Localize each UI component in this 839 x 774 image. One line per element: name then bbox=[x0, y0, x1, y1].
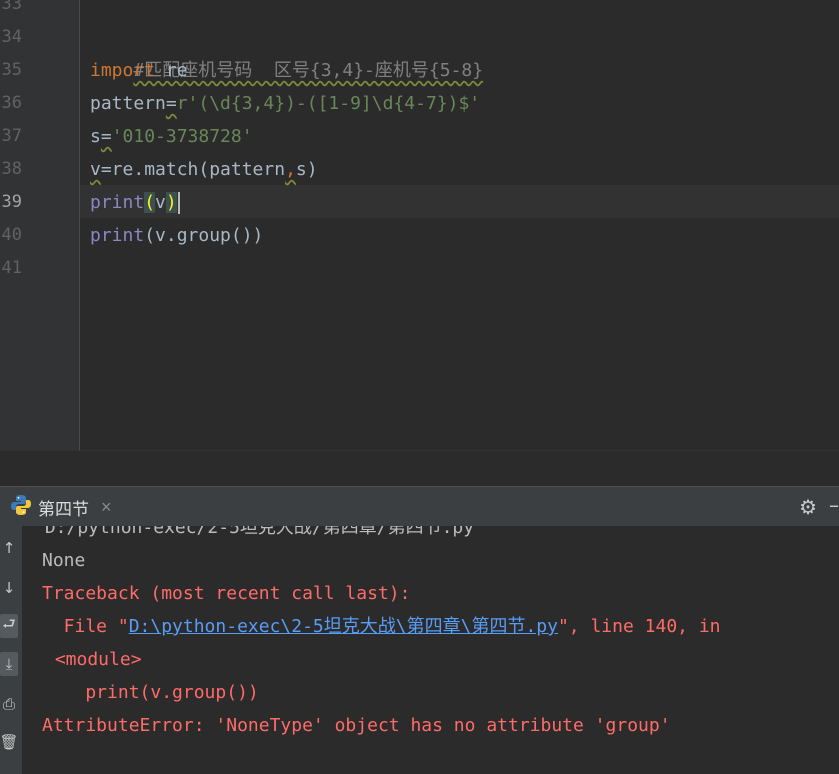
assign-operator: = bbox=[100, 126, 112, 147]
variable-v: v bbox=[90, 159, 101, 180]
line-number: 37 bbox=[1, 126, 22, 146]
code-line-35[interactable]: import re bbox=[90, 54, 188, 87]
builtin-print: print bbox=[90, 192, 145, 213]
scroll-down-icon[interactable]: ↓ bbox=[0, 576, 18, 600]
traceback-module: <module> bbox=[44, 649, 142, 670]
match-call: =re.match(pattern bbox=[100, 159, 286, 180]
variable-s: s bbox=[90, 126, 101, 147]
traceback-header: Traceback (most recent call last): bbox=[42, 583, 411, 604]
python-icon bbox=[10, 494, 32, 520]
soft-wrap-icon[interactable]: ⮐ bbox=[0, 614, 18, 638]
line-number: 40 bbox=[1, 225, 22, 245]
scroll-up-icon[interactable]: ↑ bbox=[0, 536, 18, 560]
keyword-import: import bbox=[90, 60, 156, 81]
line-number: 41 bbox=[1, 258, 22, 278]
module-name: re bbox=[155, 60, 188, 81]
traceback-file-line: File "D:\python-exec\2-5坦克大战\第四章\第四节.py"… bbox=[42, 610, 721, 643]
code-line-38[interactable]: v=re.match(pattern,s) bbox=[90, 153, 318, 186]
code-editor[interactable]: 33 34 35 36 37 38 39 40 41 #匹配座机号码 区号{3,… bbox=[0, 0, 839, 450]
builtin-print: print bbox=[90, 225, 145, 246]
current-line-highlight bbox=[80, 185, 839, 218]
line-number-gutter: 33 34 35 36 37 38 39 40 41 bbox=[0, 0, 80, 450]
trash-icon[interactable]: 🗑 bbox=[0, 730, 19, 754]
run-tool-window-header: 第四节 × ⚙ – bbox=[0, 486, 839, 527]
line-number: 36 bbox=[1, 93, 22, 113]
comma: , bbox=[285, 159, 296, 180]
line-number: 33 bbox=[1, 0, 22, 14]
group-call: (v.group()) bbox=[144, 225, 264, 246]
string-literal: '010-3738728' bbox=[111, 126, 253, 147]
scroll-to-end-icon[interactable]: ⤓ bbox=[0, 652, 18, 676]
file-prefix: File " bbox=[42, 616, 129, 637]
matched-bracket: ( bbox=[144, 192, 156, 213]
code-line-37[interactable]: s='010-3738728' bbox=[90, 120, 253, 153]
line-number-active: 39 bbox=[1, 192, 22, 212]
file-path-link[interactable]: D:\python-exec\2-5坦克大战\第四章\第四节.py bbox=[129, 616, 558, 637]
line-number: 34 bbox=[1, 27, 22, 47]
code-line-39[interactable]: print(v) bbox=[90, 186, 180, 219]
run-tab-label: 第四节 bbox=[38, 499, 89, 519]
match-call-end: s) bbox=[295, 159, 318, 180]
console-toolbar: ↑ ↓ ⮐ ⤓ ⎙ 🗑 bbox=[0, 526, 22, 774]
gear-icon[interactable]: ⚙ bbox=[799, 495, 817, 519]
line-number: 35 bbox=[1, 60, 22, 80]
panel-splitter[interactable] bbox=[0, 450, 839, 487]
traceback-code: print(v.group()) bbox=[42, 682, 259, 703]
console-command-line: D:/python-exec/2-5坦克大战/第四章/第四节.py bbox=[34, 526, 475, 538]
gutter-separator bbox=[79, 0, 80, 450]
console-output-none: None bbox=[42, 550, 86, 571]
code-line-40[interactable]: print(v.group()) bbox=[90, 219, 263, 252]
minimize-icon[interactable]: – bbox=[829, 493, 839, 517]
run-console[interactable]: ↑ ↓ ⮐ ⤓ ⎙ 🗑 D:/python-exec/2-5坦克大战/第四章/第… bbox=[0, 526, 839, 774]
close-icon[interactable]: × bbox=[101, 497, 112, 518]
assign-operator: = bbox=[165, 93, 177, 114]
line-number: 38 bbox=[1, 159, 22, 179]
matched-bracket: ) bbox=[165, 192, 177, 213]
print-icon[interactable]: ⎙ bbox=[0, 692, 18, 716]
file-suffix: ", line 140, in bbox=[557, 616, 721, 637]
run-tab[interactable]: 第四节 × bbox=[10, 493, 112, 521]
string-literal: r'(\d{3,4})-([1-9]\d{4-7})$' bbox=[176, 93, 481, 114]
error-message: AttributeError: 'NoneType' object has no… bbox=[42, 715, 671, 736]
code-line-34[interactable]: #匹配座机号码 区号{3,4}-座机号{5-8} bbox=[90, 21, 483, 81]
text-caret bbox=[177, 192, 180, 214]
argument-v: v bbox=[155, 192, 166, 213]
variable-pattern: pattern bbox=[90, 93, 166, 114]
code-line-36[interactable]: pattern=r'(\d{3,4})-([1-9]\d{4-7})$' bbox=[90, 87, 480, 120]
